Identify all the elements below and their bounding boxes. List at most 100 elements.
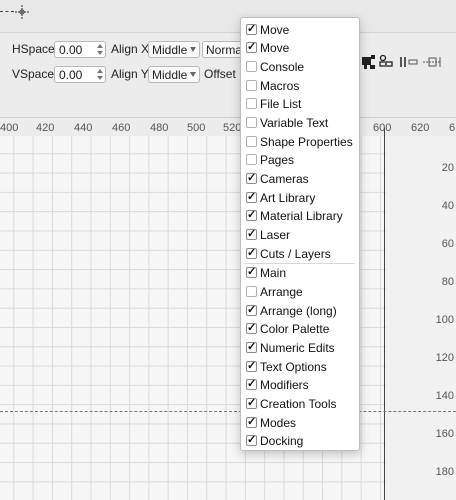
checkbox-icon[interactable]: ✓ — [246, 210, 257, 221]
ruler-tick: 20 — [441, 162, 454, 174]
menu-item-label: Main — [260, 266, 287, 280]
align-y-label: Align Y — [111, 67, 149, 81]
checkbox-icon[interactable]: ✓ — [246, 173, 257, 184]
menu-item-modifiers[interactable]: ✓ Modifiers — [241, 376, 359, 394]
align-x-select[interactable]: Middle — [148, 41, 200, 58]
menu-item-label: Cameras — [260, 172, 309, 186]
menu-item-cuts-layers[interactable]: ✓ Cuts / Layers — [241, 245, 359, 263]
align-y-select[interactable]: Middle — [148, 66, 200, 83]
menu-item-laser[interactable]: ✓ Laser — [241, 226, 359, 244]
distribute-horizontal-icon[interactable] — [399, 54, 419, 70]
ruler-tick: 180 — [435, 466, 454, 478]
menu-item-label: Arrange — [260, 285, 303, 299]
checkbox-icon[interactable]: ✓ — [246, 305, 257, 316]
checkbox-icon[interactable] — [246, 136, 257, 147]
ruler-tick: 400 — [0, 122, 19, 134]
menu-item-label: Laser — [260, 228, 291, 242]
top-toolbar-strip — [0, 0, 456, 33]
checkbox-icon[interactable]: ✓ — [246, 417, 257, 428]
menu-item-label: Docking — [260, 434, 304, 448]
dashed-line-icon[interactable] — [0, 11, 14, 12]
ruler-tick: 160 — [435, 428, 454, 440]
menu-item-label: Cuts / Layers — [260, 247, 331, 261]
checkbox-icon[interactable]: ✓ — [246, 379, 257, 390]
checkbox-icon[interactable] — [246, 286, 257, 297]
menu-item-creation-tools[interactable]: ✓ Creation Tools — [241, 395, 359, 413]
vspace-input[interactable]: 0.00 — [54, 66, 106, 83]
checkbox-icon[interactable]: ✓ — [246, 398, 257, 409]
menu-item-label: File List — [260, 97, 302, 111]
ruler-tick: 420 — [36, 122, 55, 134]
menu-item-move[interactable]: ✓ Move — [241, 39, 359, 57]
canvas-outside-area[interactable]: 20 40 60 80 100 120 140 160 180 — [386, 136, 456, 500]
hspace-stepper-icon[interactable] — [96, 43, 104, 56]
offset-label: Offset — [204, 67, 236, 81]
vspace-stepper-icon[interactable] — [96, 68, 104, 81]
checkbox-icon[interactable]: ✓ — [246, 42, 257, 53]
menu-item-art-library[interactable]: ✓ Art Library — [241, 189, 359, 207]
menu-item-label: Arrange (long) — [260, 304, 337, 318]
ruler-tick: 520 — [223, 122, 242, 134]
menu-item-color-palette[interactable]: ✓ Color Palette — [241, 320, 359, 338]
menu-item-cameras[interactable]: ✓ Cameras — [241, 170, 359, 188]
checkbox-icon[interactable]: ✓ — [246, 267, 257, 278]
checkbox-icon[interactable]: ✓ — [246, 24, 257, 35]
menu-item-label: Numeric Edits — [260, 341, 335, 355]
menu-item-label: Material Library — [260, 209, 343, 223]
menu-item-modes[interactable]: ✓ Modes — [241, 414, 359, 432]
checkbox-icon[interactable]: ✓ — [246, 248, 257, 259]
checkbox-icon[interactable] — [246, 117, 257, 128]
menu-item-label: Modes — [260, 416, 297, 430]
menu-item-text-options[interactable]: ✓ Text Options — [241, 358, 359, 376]
guide-line[interactable] — [0, 411, 456, 412]
vspace-label: VSpace — [12, 67, 55, 81]
menu-item-main[interactable]: ✓ Main — [241, 264, 359, 282]
checkbox-icon[interactable]: ✓ — [246, 192, 257, 203]
ruler-tick: 80 — [441, 276, 454, 288]
ruler-tick: 140 — [435, 390, 454, 402]
ruler-tick: 40 — [441, 200, 454, 212]
checkbox-icon[interactable]: ✓ — [246, 361, 257, 372]
workspace-boundary — [384, 128, 385, 500]
menu-item-move[interactable]: ✓ Move — [241, 21, 359, 39]
menu-item-label: Macros — [260, 79, 300, 93]
menu-item-material-library[interactable]: ✓ Material Library — [241, 207, 359, 225]
ruler-tick: 6 — [449, 122, 456, 134]
ruler-tick: 440 — [74, 122, 93, 134]
menu-item-file-list[interactable]: File List — [241, 95, 359, 113]
checkbox-icon[interactable] — [246, 98, 257, 109]
menu-item-shape-properties[interactable]: Shape Properties — [241, 133, 359, 151]
checkbox-icon[interactable]: ✓ — [246, 342, 257, 353]
ruler-tick: 460 — [112, 122, 131, 134]
checkbox-icon[interactable] — [246, 154, 257, 165]
menu-item-arrange[interactable]: Arrange — [241, 283, 359, 301]
normal-select[interactable]: Normal — [202, 41, 245, 58]
crosshair-icon[interactable] — [14, 4, 30, 20]
hspace-value: 0.00 — [59, 43, 83, 57]
menu-item-docking[interactable]: ✓ Docking — [241, 432, 359, 450]
horizontal-ruler: 400 420 440 460 480 500 520 600 620 6 — [0, 117, 456, 137]
normal-value: Normal — [206, 43, 245, 57]
menu-item-console[interactable]: Console — [241, 58, 359, 76]
toolbar: HSpace 0.00 Align X Middle Normal VSpace… — [0, 0, 456, 90]
ruler-tick: 600 — [373, 122, 392, 134]
distribute-spacing-icon[interactable] — [422, 54, 442, 70]
menu-item-macros[interactable]: Macros — [241, 77, 359, 95]
menu-item-pages[interactable]: Pages — [241, 151, 359, 169]
menu-item-arrange-long[interactable]: ✓ Arrange (long) — [241, 302, 359, 320]
menu-item-variable-text[interactable]: Variable Text — [241, 114, 359, 132]
camera-laser-icon[interactable] — [361, 54, 377, 70]
checkbox-icon[interactable]: ✓ — [246, 323, 257, 334]
hspace-input[interactable]: 0.00 — [54, 41, 106, 58]
ruler-tick: 620 — [411, 122, 430, 134]
menu-item-label: Modifiers — [260, 378, 309, 392]
checkbox-icon[interactable] — [246, 80, 257, 91]
checkbox-icon[interactable]: ✓ — [246, 435, 257, 446]
ruler-tick: 500 — [187, 122, 206, 134]
menu-item-numeric-edits[interactable]: ✓ Numeric Edits — [241, 339, 359, 357]
checkbox-icon[interactable]: ✓ — [246, 229, 257, 240]
ruler-tick: 480 — [150, 122, 169, 134]
checkbox-icon[interactable] — [246, 61, 257, 72]
menu-item-label: Text Options — [260, 360, 327, 374]
machine-icon[interactable] — [379, 54, 393, 70]
